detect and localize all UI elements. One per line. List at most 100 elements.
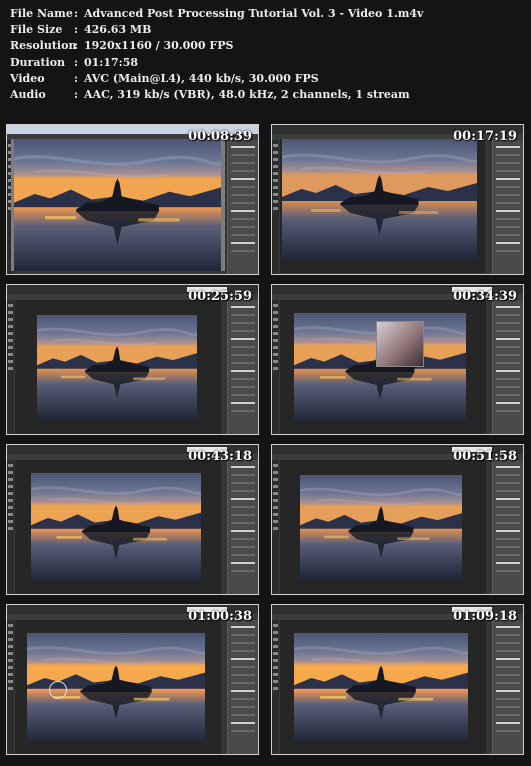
tool-icon[interactable] xyxy=(273,485,278,488)
panel-row[interactable] xyxy=(231,562,255,564)
panel-row[interactable] xyxy=(231,506,255,508)
tool-icon[interactable] xyxy=(273,325,278,328)
panel-row[interactable] xyxy=(496,394,520,396)
tool-icon[interactable] xyxy=(273,499,278,502)
panel-row[interactable] xyxy=(496,250,520,252)
video-thumbnail[interactable]: 00:08:39 xyxy=(6,124,259,275)
video-thumbnail[interactable]: 01:09:18 xyxy=(271,604,524,755)
panel-row[interactable] xyxy=(496,642,520,644)
panel-row[interactable] xyxy=(496,650,520,652)
panel-row[interactable] xyxy=(231,170,255,172)
tool-icon[interactable] xyxy=(8,353,13,356)
tool-icon[interactable] xyxy=(8,499,13,502)
tool-icon[interactable] xyxy=(8,652,13,655)
panel-row[interactable] xyxy=(496,530,520,532)
panel-row[interactable] xyxy=(496,162,520,164)
panel-row[interactable] xyxy=(231,554,255,556)
video-thumbnail[interactable]: 01:00:38 xyxy=(6,604,259,755)
tool-icon[interactable] xyxy=(8,367,13,370)
tool-icon[interactable] xyxy=(8,624,13,627)
tool-icon[interactable] xyxy=(273,311,278,314)
panel-row[interactable] xyxy=(496,338,520,340)
panel-row[interactable] xyxy=(496,466,520,468)
panel-row[interactable] xyxy=(231,306,255,308)
panel-row[interactable] xyxy=(496,690,520,692)
panel-row[interactable] xyxy=(231,226,255,228)
panel-row[interactable] xyxy=(231,674,255,676)
panel-row[interactable] xyxy=(231,482,255,484)
panel-row[interactable] xyxy=(496,626,520,628)
tool-icon[interactable] xyxy=(8,360,13,363)
panel-row[interactable] xyxy=(496,570,520,572)
panel-row[interactable] xyxy=(231,378,255,380)
panel-row[interactable] xyxy=(231,530,255,532)
panel-row[interactable] xyxy=(231,570,255,572)
tool-icon[interactable] xyxy=(273,318,278,321)
tool-icon[interactable] xyxy=(8,346,13,349)
tool-icon[interactable] xyxy=(8,471,13,474)
tool-icon[interactable] xyxy=(273,652,278,655)
tool-icon[interactable] xyxy=(273,478,278,481)
tool-icon[interactable] xyxy=(273,158,278,161)
panel-row[interactable] xyxy=(496,634,520,636)
panel-row[interactable] xyxy=(496,378,520,380)
panel-row[interactable] xyxy=(496,354,520,356)
panel-row[interactable] xyxy=(231,626,255,628)
tool-icon[interactable] xyxy=(273,624,278,627)
panel-row[interactable] xyxy=(496,306,520,308)
panel-row[interactable] xyxy=(231,202,255,204)
panel-row[interactable] xyxy=(496,234,520,236)
panel-row[interactable] xyxy=(231,314,255,316)
tool-icon[interactable] xyxy=(273,360,278,363)
panel-row[interactable] xyxy=(496,346,520,348)
panel-row[interactable] xyxy=(496,562,520,564)
panel-row[interactable] xyxy=(496,658,520,660)
tool-icon[interactable] xyxy=(273,471,278,474)
panel-row[interactable] xyxy=(231,186,255,188)
panel-row[interactable] xyxy=(496,682,520,684)
panel-row[interactable] xyxy=(496,178,520,180)
panel-row[interactable] xyxy=(496,482,520,484)
panel-row[interactable] xyxy=(496,514,520,516)
panel-row[interactable] xyxy=(231,474,255,476)
panel-row[interactable] xyxy=(496,322,520,324)
panel-row[interactable] xyxy=(496,186,520,188)
tool-icon[interactable] xyxy=(8,666,13,669)
panel-row[interactable] xyxy=(231,490,255,492)
panel-row[interactable] xyxy=(496,706,520,708)
tool-icon[interactable] xyxy=(273,638,278,641)
panel-row[interactable] xyxy=(231,178,255,180)
panel-row[interactable] xyxy=(231,322,255,324)
tool-icon[interactable] xyxy=(273,193,278,196)
tool-icon[interactable] xyxy=(273,304,278,307)
panel-row[interactable] xyxy=(231,538,255,540)
panel-row[interactable] xyxy=(231,666,255,668)
panel-row[interactable] xyxy=(496,498,520,500)
panel-row[interactable] xyxy=(496,714,520,716)
panel-row[interactable] xyxy=(231,394,255,396)
panel-row[interactable] xyxy=(231,402,255,404)
panel-row[interactable] xyxy=(496,698,520,700)
tool-icon[interactable] xyxy=(8,645,13,648)
panel-row[interactable] xyxy=(496,194,520,196)
video-thumbnail[interactable]: 00:43:18 xyxy=(6,444,259,595)
panel-row[interactable] xyxy=(231,498,255,500)
panel-row[interactable] xyxy=(231,410,255,412)
panel-row[interactable] xyxy=(231,362,255,364)
tool-icon[interactable] xyxy=(8,464,13,467)
panel-row[interactable] xyxy=(496,402,520,404)
tool-icon[interactable] xyxy=(8,485,13,488)
panel-row[interactable] xyxy=(496,242,520,244)
panel-row[interactable] xyxy=(231,338,255,340)
tool-icon[interactable] xyxy=(273,200,278,203)
panel-row[interactable] xyxy=(496,386,520,388)
tool-icon[interactable] xyxy=(273,151,278,154)
tool-icon[interactable] xyxy=(273,492,278,495)
panel-row[interactable] xyxy=(231,234,255,236)
panel-row[interactable] xyxy=(231,546,255,548)
tool-icon[interactable] xyxy=(273,207,278,210)
panel-row[interactable] xyxy=(496,506,520,508)
panel-row[interactable] xyxy=(496,226,520,228)
panel-row[interactable] xyxy=(496,170,520,172)
tool-icon[interactable] xyxy=(8,527,13,530)
